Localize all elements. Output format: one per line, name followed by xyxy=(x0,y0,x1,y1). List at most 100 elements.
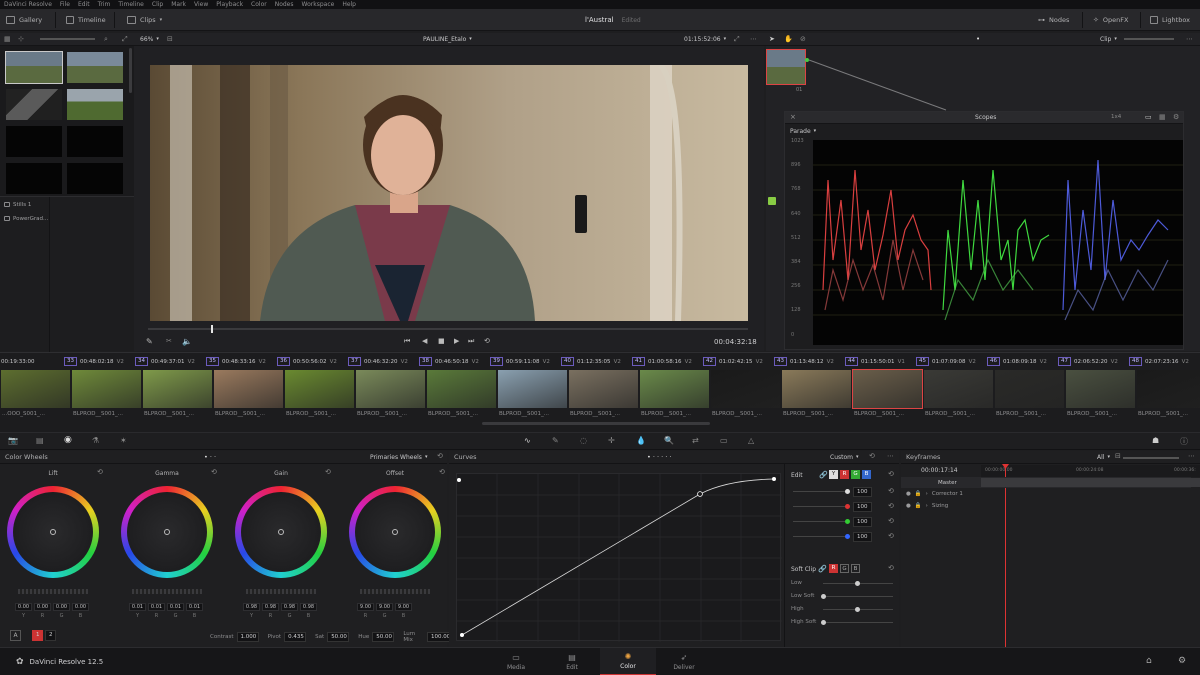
channel-g-button[interactable]: G xyxy=(851,470,860,479)
reset-icon[interactable]: ⟲ xyxy=(869,452,875,460)
timecode-dropdown[interactable]: 01:15:52:06 ▾ xyxy=(684,36,726,43)
sizing-icon[interactable]: ⇄ xyxy=(692,436,699,445)
menu-item[interactable]: Trim xyxy=(98,1,111,8)
wheel-value-field[interactable]: 9.00 xyxy=(376,603,393,611)
still-thumbnail[interactable] xyxy=(67,126,123,157)
wheel-page-1[interactable]: 1 xyxy=(32,630,43,641)
still-thumbnail[interactable] xyxy=(6,126,62,157)
chevron-right-icon[interactable]: › xyxy=(926,503,928,509)
intensity-field[interactable]: 100 xyxy=(853,502,872,512)
gallery-button[interactable]: Gallery xyxy=(6,13,42,27)
skip-back-icon[interactable]: ⏮ xyxy=(404,337,410,346)
reset-icon[interactable]: ⟲ xyxy=(888,517,894,525)
loop-icon[interactable]: ⟲ xyxy=(484,337,490,345)
scopes-toggle-icon[interactable]: ☗ xyxy=(1152,436,1159,445)
master-wheel-slider[interactable] xyxy=(18,589,88,594)
page-edit[interactable]: ▤ Edit xyxy=(544,648,600,675)
wheels-mode-dropdown[interactable]: Primaries Wheels ▾ xyxy=(370,454,427,461)
soft-clip-slider[interactable] xyxy=(823,596,893,597)
scope-type-dropdown[interactable]: Parade ▾ xyxy=(790,128,816,135)
curves-icon[interactable]: ∿ xyxy=(524,436,531,445)
soft-clip-handle[interactable] xyxy=(821,594,826,599)
intensity-field[interactable]: 100 xyxy=(853,532,872,542)
still-thumbnail[interactable] xyxy=(67,52,123,83)
wheel-value-field[interactable]: 0.00 xyxy=(34,603,51,611)
wheel-value-field[interactable]: 0.01 xyxy=(129,603,146,611)
viewer-scrubber[interactable] xyxy=(148,328,748,330)
wheel-value-field[interactable]: 0.01 xyxy=(167,603,184,611)
reset-icon[interactable]: ⟲ xyxy=(97,468,103,476)
wheel-value-field[interactable]: 0.01 xyxy=(186,603,203,611)
wheel-value-field[interactable]: 0.00 xyxy=(15,603,32,611)
curves-graph[interactable] xyxy=(456,473,782,642)
stereo-icon[interactable]: △ xyxy=(748,436,754,445)
bypass-icon[interactable]: ⊘ xyxy=(800,35,806,43)
intensity-slider[interactable] xyxy=(793,491,845,492)
timeline-clip-thumbnail[interactable] xyxy=(640,370,709,408)
audio-icon[interactable]: 🔈 xyxy=(182,337,192,346)
hand-icon[interactable]: ✋ xyxy=(784,35,793,43)
more-options-icon[interactable]: ⋯ xyxy=(1188,452,1195,460)
rgb-mixer-icon[interactable]: ⚗ xyxy=(92,436,99,445)
wheel-puck[interactable] xyxy=(50,529,56,535)
reset-icon[interactable]: ⟲ xyxy=(888,532,894,540)
timeline-clip-thumbnail[interactable] xyxy=(1066,370,1135,408)
menu-item[interactable]: Mark xyxy=(171,1,186,8)
intensity-field[interactable]: 100 xyxy=(853,487,872,497)
color-wheel-gain[interactable] xyxy=(235,486,327,578)
openfx-button[interactable]: ✧ OpenFX xyxy=(1093,13,1128,27)
reset-icon[interactable]: ⟲ xyxy=(888,487,894,495)
search-icon[interactable]: ⌕ xyxy=(104,35,108,44)
timeline-clip-thumbnail[interactable] xyxy=(782,370,851,408)
still-thumbnail[interactable] xyxy=(6,89,62,120)
timeline-clip-thumbnail[interactable] xyxy=(356,370,425,408)
wheel-value-field[interactable]: 0.98 xyxy=(281,603,298,611)
reset-icon[interactable]: ⟲ xyxy=(888,470,894,478)
timeline-clip-thumbnail[interactable] xyxy=(924,370,993,408)
channel-y-button[interactable]: Y xyxy=(829,470,838,479)
menu-item[interactable]: Color xyxy=(251,1,267,8)
intensity-handle[interactable] xyxy=(845,534,850,539)
wheel-value-field[interactable]: 0.00 xyxy=(53,603,70,611)
menu-item[interactable]: Playback xyxy=(216,1,243,8)
menu-item[interactable]: Nodes xyxy=(275,1,294,8)
master-wheel-slider[interactable] xyxy=(132,589,202,594)
node-input-connector[interactable] xyxy=(768,197,776,205)
softclip-g-button[interactable]: G xyxy=(840,564,849,573)
lock-icon[interactable]: 🔒 xyxy=(915,503,922,509)
timeline-button[interactable]: Timeline xyxy=(66,13,106,27)
reset-icon[interactable]: ⟲ xyxy=(437,452,443,460)
picker-icon[interactable]: ✎ xyxy=(146,337,153,346)
color-wheel-lift[interactable] xyxy=(7,486,99,578)
clips-button[interactable]: Clips ▾ xyxy=(127,13,162,27)
wheel-puck[interactable] xyxy=(278,529,284,535)
auto-balance-button[interactable]: A xyxy=(10,630,21,641)
more-options-icon[interactable]: ⋯ xyxy=(1186,35,1193,43)
filter-icon[interactable]: ⊟ xyxy=(1115,452,1121,460)
wheel-puck[interactable] xyxy=(392,529,398,535)
page-deliver[interactable]: ➶ Deliver xyxy=(656,648,712,675)
viewer-playhead[interactable] xyxy=(211,325,213,333)
wheel-puck[interactable] xyxy=(164,529,170,535)
expand-icon[interactable]: ⤢ xyxy=(122,35,128,44)
scopes-layout[interactable]: 1x4 xyxy=(1111,114,1121,120)
sat-field[interactable]: 50.00 xyxy=(327,632,350,642)
layout-icon[interactable]: ▭ xyxy=(1145,113,1152,121)
wheel-page-2[interactable]: 2 xyxy=(45,630,56,641)
nodes-button[interactable]: ⊶ Nodes xyxy=(1038,13,1069,27)
soft-clip-handle[interactable] xyxy=(855,581,860,586)
intensity-slider[interactable] xyxy=(793,521,845,522)
settings-icon[interactable]: ⚙ xyxy=(1178,656,1186,666)
menu-item[interactable]: Help xyxy=(342,1,356,8)
timeline-clip-thumbnail[interactable] xyxy=(852,369,923,409)
keyframe-filter-dropdown[interactable]: All ▾ xyxy=(1097,454,1110,461)
wheel-value-field[interactable]: 0.98 xyxy=(262,603,279,611)
clip-name-dropdown[interactable]: PAULINE_Etalo ▾ xyxy=(423,36,472,43)
timeline-clip-thumbnail[interactable] xyxy=(498,370,567,408)
page-dots[interactable]: • · · · · · xyxy=(647,453,672,461)
gallery-scrollbar[interactable] xyxy=(129,48,132,93)
page-dots[interactable]: • · · xyxy=(204,453,216,461)
play-icon[interactable]: ▶ xyxy=(454,337,459,345)
timeline-clip-thumbnail[interactable] xyxy=(711,370,780,408)
menu-item[interactable]: View xyxy=(194,1,208,8)
